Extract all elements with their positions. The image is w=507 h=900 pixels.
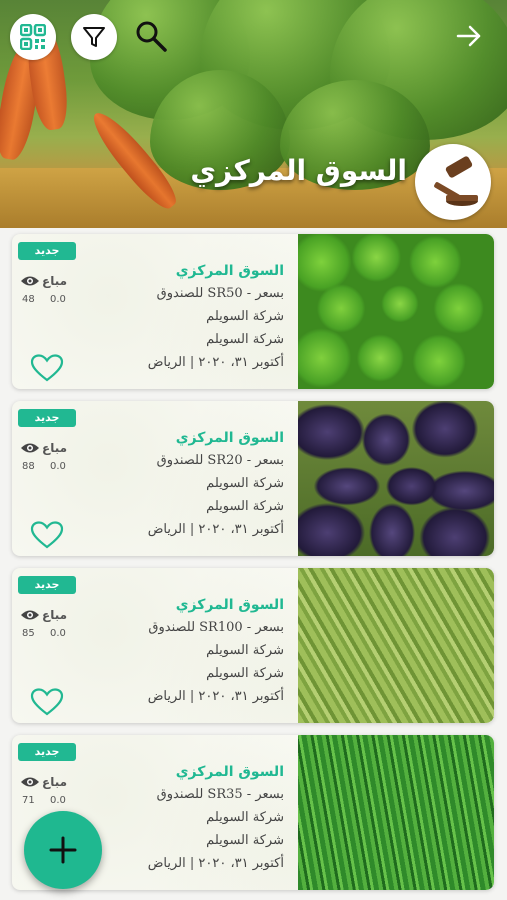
listing-company: شركة السويلم xyxy=(206,309,284,324)
market-title: السوق المركزي xyxy=(190,154,407,187)
eye-icon xyxy=(21,276,39,286)
listing-details: السوق المركزي بسعر - SR50 للصندوق شركة ا… xyxy=(148,260,284,374)
listing-details: السوق المركزي بسعر - SR100 للصندوق شركة … xyxy=(148,594,284,708)
sold-label: مباع xyxy=(42,775,68,789)
sold-label: مباع xyxy=(42,441,68,455)
add-listing-button[interactable] xyxy=(24,811,102,889)
listing-image-green-peppers[interactable] xyxy=(298,234,494,389)
eye-icon xyxy=(21,443,39,453)
market-logo xyxy=(415,144,491,220)
arrow-right-icon xyxy=(456,25,481,47)
sold-value: 0.0 xyxy=(50,795,66,806)
listing-card[interactable]: جديد مباع 48 0.0 السوق المركزي بسعر - SR… xyxy=(12,234,494,389)
listing-image-cucumbers[interactable] xyxy=(298,735,494,890)
new-badge: جديد xyxy=(18,242,76,260)
listing-price: بسعر - SR50 للصندوق xyxy=(156,286,284,301)
listing-details: السوق المركزي بسعر - SR20 للصندوق شركة ا… xyxy=(148,427,284,541)
listing-date-location: أكتوبر ٣١، ٢٠٢٠ | الرياض xyxy=(147,355,284,370)
header-banner: السوق المركزي xyxy=(0,0,507,228)
views-count: 71 xyxy=(22,795,35,806)
listing-date-location: أكتوبر ٣١، ٢٠٢٠ | الرياض xyxy=(147,689,284,704)
new-badge: جديد xyxy=(18,576,76,594)
views-count: 48 xyxy=(22,294,35,305)
listing-company: شركة السويلم xyxy=(206,643,284,658)
filter-button[interactable] xyxy=(71,14,117,60)
heart-icon[interactable] xyxy=(30,688,64,716)
search-button[interactable] xyxy=(128,16,174,56)
listing-seller: شركة السويلم xyxy=(206,499,284,514)
listing-card[interactable]: جديد مباع 85 0.0 السوق المركزي بسعر - SR… xyxy=(12,568,494,723)
back-button[interactable] xyxy=(446,16,492,56)
listing-image-okra[interactable] xyxy=(298,568,494,723)
auction-gavel-icon xyxy=(434,156,478,206)
listing-date-location: أكتوبر ٣١، ٢٠٢٠ | الرياض xyxy=(147,856,284,871)
sold-label: مباع xyxy=(42,274,68,288)
listing-details: السوق المركزي بسعر - SR35 للصندوق شركة ا… xyxy=(148,761,284,875)
listing-seller: شركة السويلم xyxy=(206,833,284,848)
listing-seller: شركة السويلم xyxy=(206,666,284,681)
heart-icon[interactable] xyxy=(30,521,64,549)
listing-date-location: أكتوبر ٣١، ٢٠٢٠ | الرياض xyxy=(147,522,284,537)
listing-price: بسعر - SR100 للصندوق xyxy=(148,620,284,635)
listing-seller: شركة السويلم xyxy=(206,332,284,347)
listing-title[interactable]: السوق المركزي xyxy=(148,761,284,783)
listing-company: شركة السويلم xyxy=(206,810,284,825)
filter-icon xyxy=(83,27,105,47)
app-screen: السوق المركزي جديد مباع 48 0.0 السوق الم… xyxy=(0,0,507,900)
new-badge: جديد xyxy=(18,409,76,427)
listing-price: بسعر - SR35 للصندوق xyxy=(156,787,284,802)
eye-icon xyxy=(21,610,39,620)
listing-price: بسعر - SR20 للصندوق xyxy=(156,453,284,468)
plus-icon xyxy=(49,836,77,864)
sold-value: 0.0 xyxy=(50,628,66,639)
eye-icon xyxy=(21,777,39,787)
listing-title[interactable]: السوق المركزي xyxy=(148,427,284,449)
qr-code-icon xyxy=(20,24,46,50)
search-icon xyxy=(136,21,167,52)
sold-label: مباع xyxy=(42,608,68,622)
sold-value: 0.0 xyxy=(50,461,66,472)
sold-value: 0.0 xyxy=(50,294,66,305)
listing-company: شركة السويلم xyxy=(206,476,284,491)
qr-code-button[interactable] xyxy=(10,14,56,60)
listing-title[interactable]: السوق المركزي xyxy=(148,594,284,616)
heart-icon[interactable] xyxy=(30,354,64,382)
listing-card[interactable]: جديد مباع 88 0.0 السوق المركزي بسعر - SR… xyxy=(12,401,494,556)
views-count: 88 xyxy=(22,461,35,472)
listing-title[interactable]: السوق المركزي xyxy=(148,260,284,282)
listing-image-eggplants[interactable] xyxy=(298,401,494,556)
new-badge: جديد xyxy=(18,743,76,761)
views-count: 85 xyxy=(22,628,35,639)
